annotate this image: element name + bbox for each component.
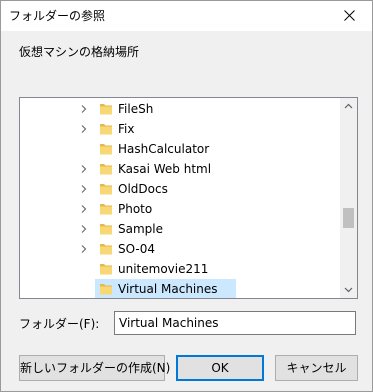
- scroll-down-button[interactable]: [340, 281, 357, 298]
- chevron-right-icon[interactable]: [80, 165, 88, 173]
- new-folder-button[interactable]: 新しいフォルダーの作成(N): [19, 355, 170, 381]
- folder-icon: [100, 264, 112, 275]
- folder-icon: [100, 184, 112, 195]
- folder-icon: [100, 204, 112, 215]
- folder-field-label: フォルダー(F):: [19, 317, 100, 331]
- dialog-prompt: 仮想マシンの格納場所: [19, 45, 140, 59]
- scroll-up-button[interactable]: [340, 98, 357, 115]
- tree-item-label: Virtual Machines: [118, 282, 218, 296]
- tree-item[interactable]: Kasai Web html: [20, 159, 340, 179]
- folder-icon: [100, 224, 112, 235]
- tree-item[interactable]: OldDocs: [20, 179, 340, 199]
- folder-tree[interactable]: FileSh Fix HashCalculator Kasai Web html Old…: [19, 97, 358, 299]
- folder-icon: [100, 164, 112, 175]
- close-button[interactable]: [327, 1, 372, 31]
- folder-icon: [100, 124, 112, 135]
- tree-item[interactable]: Photo: [20, 199, 340, 219]
- folder-icon: [100, 104, 112, 115]
- close-icon: [344, 10, 355, 21]
- tree-item-label: SO-04: [118, 242, 155, 256]
- chevron-right-icon[interactable]: [80, 205, 88, 213]
- chevron-right-icon[interactable]: [80, 245, 88, 253]
- folder-name-input[interactable]: [114, 311, 356, 335]
- chevron-up-icon: [344, 103, 353, 109]
- tree-item-label: OldDocs: [118, 182, 168, 196]
- chevron-right-icon[interactable]: [80, 105, 88, 113]
- tree-item[interactable]: FileSh: [20, 99, 340, 119]
- tree-item[interactable]: Fix: [20, 119, 340, 139]
- tree-item-label: Sample: [118, 222, 163, 236]
- tree-item[interactable]: Virtual Machines: [20, 279, 340, 298]
- ok-button[interactable]: OK: [176, 355, 264, 381]
- tree-scrollbar[interactable]: [340, 98, 357, 298]
- tree-item-label: Photo: [118, 202, 153, 216]
- browse-folder-dialog: フォルダーの参照 仮想マシンの格納場所 FileSh Fix HashCalcula…: [0, 0, 373, 392]
- tree-item-label: Fix: [118, 122, 135, 136]
- tree-item-label: FileSh: [118, 102, 154, 116]
- scroll-thumb[interactable]: [343, 208, 354, 228]
- window-title: フォルダーの参照: [9, 9, 106, 23]
- tree-item-label: Kasai Web html: [118, 162, 212, 176]
- folder-icon: [100, 144, 112, 155]
- title-bar: フォルダーの参照: [1, 1, 372, 31]
- tree-item[interactable]: unitemovie211: [20, 259, 340, 279]
- chevron-right-icon[interactable]: [80, 185, 88, 193]
- tree-item-label: unitemovie211: [118, 262, 209, 276]
- chevron-down-icon: [344, 287, 353, 293]
- chevron-right-icon[interactable]: [80, 225, 88, 233]
- tree-item[interactable]: Sample: [20, 219, 340, 239]
- folder-icon: [100, 284, 112, 295]
- folder-icon: [100, 244, 112, 255]
- tree-item-label: HashCalculator: [118, 142, 210, 156]
- tree-item[interactable]: HashCalculator: [20, 139, 340, 159]
- cancel-button[interactable]: キャンセル: [275, 355, 358, 381]
- tree-item[interactable]: SO-04: [20, 239, 340, 259]
- chevron-right-icon[interactable]: [80, 125, 88, 133]
